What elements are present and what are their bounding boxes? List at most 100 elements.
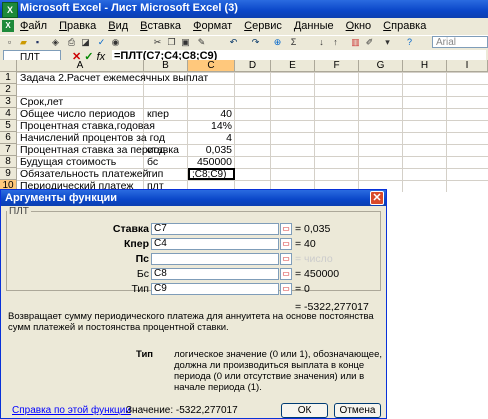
cell-a3[interactable]: Срок,лет (20, 96, 63, 108)
menu-file[interactable]: Файл (20, 20, 47, 32)
collapse-dialog-icon[interactable]: ▭ (280, 223, 292, 235)
arg-label-fv: Бс (136, 268, 149, 280)
menu-tools[interactable]: Сервис (244, 20, 282, 32)
col-header-d[interactable]: D (235, 60, 271, 72)
col-header-a[interactable]: A (17, 60, 144, 72)
cancel-button[interactable]: Отмена (334, 403, 381, 418)
row-header[interactable]: 7 (0, 144, 17, 156)
sort-descending-icon[interactable]: ↑ (330, 37, 341, 48)
dialog-title: Аргументы функции (1, 190, 386, 206)
arg-label-pv: Пс (135, 253, 149, 265)
cell-c8[interactable]: 450000 (188, 156, 232, 168)
grid-divider (270, 72, 271, 192)
col-header-i[interactable]: I (447, 60, 488, 72)
row-header[interactable]: 9 (0, 168, 17, 180)
cell-a9[interactable]: Обязательность платежей (20, 168, 149, 180)
undo-icon[interactable]: ↶ (228, 37, 239, 48)
menu-window[interactable]: Окно (346, 20, 372, 32)
hyperlink-icon[interactable]: ⊕ (272, 37, 283, 48)
argument-name: Тип (136, 349, 154, 360)
preview-icon[interactable]: ◪ (80, 37, 91, 48)
cell-a7[interactable]: Процентная ставка за период (20, 144, 165, 156)
col-header-e[interactable]: E (271, 60, 315, 72)
menu-format[interactable]: Формат (193, 20, 232, 32)
arg-input-fv[interactable]: C8 (151, 268, 279, 280)
collapse-dialog-icon[interactable]: ▭ (280, 283, 292, 295)
font-name-box[interactable]: Arial (432, 36, 488, 48)
row-header[interactable]: 2 (0, 84, 17, 96)
argument-description: логическое значение (0 или 1), обозначаю… (174, 349, 383, 393)
redo-icon[interactable]: ↷ (250, 37, 261, 48)
menu-insert[interactable]: Вставка (140, 20, 181, 32)
ok-button[interactable]: ОК (281, 403, 328, 418)
cell-b8[interactable]: бс (147, 156, 158, 168)
autosum-icon[interactable]: Σ (288, 37, 299, 48)
select-all-corner[interactable] (0, 60, 17, 72)
arg-label-nper: Кпер (123, 238, 149, 250)
zoom-dropdown-icon[interactable]: ▾ (382, 37, 393, 48)
arg-input-pv[interactable] (151, 253, 279, 265)
close-icon[interactable]: ✕ (370, 191, 384, 205)
document-icon[interactable]: X (2, 20, 14, 32)
menu-bar: X Файл Правка Вид Вставка Формат Сервис … (0, 18, 488, 35)
menu-view[interactable]: Вид (108, 20, 128, 32)
row-header[interactable]: 8 (0, 156, 17, 168)
row-header[interactable]: 5 (0, 120, 17, 132)
new-icon[interactable]: ▫ (4, 37, 15, 48)
arg-result-rate: = 0,035 (295, 223, 331, 235)
cell-a6[interactable]: Начислений процентов за год (20, 132, 165, 144)
copy-icon[interactable]: ❐ (166, 37, 177, 48)
active-cell-c10[interactable]: ;C8;C9) (188, 168, 235, 180)
menu-edit[interactable]: Правка (59, 20, 96, 32)
arg-input-nper[interactable]: C4 (151, 238, 279, 250)
save-icon[interactable]: ▪ (32, 37, 43, 48)
cell-a4[interactable]: Общее число периодов (20, 108, 135, 120)
collapse-dialog-icon[interactable]: ▭ (280, 238, 292, 250)
arg-result-nper: = 40 (295, 238, 316, 250)
chart-wizard-icon[interactable]: ▥ (350, 37, 361, 48)
function-arguments-dialog: Аргументы функции ✕ ПЛТ Ставка C7 ▭ = 0,… (0, 189, 387, 419)
arg-input-type[interactable]: C9 (151, 283, 279, 295)
row-header[interactable]: 1 (0, 72, 17, 84)
cell-a1[interactable]: Задача 2.Расчет ежемесячных выплат (20, 72, 208, 84)
cell-a5[interactable]: Процентная ставка,годовая (20, 120, 155, 132)
cell-b7[interactable]: ставка (147, 144, 179, 156)
collapse-dialog-icon[interactable]: ▭ (280, 253, 292, 265)
menu-help[interactable]: Справка (383, 20, 426, 32)
cell-b4[interactable]: кпер (147, 108, 169, 120)
cell-c7[interactable]: 0,035 (188, 144, 232, 156)
row-header[interactable]: 3 (0, 96, 17, 108)
worksheet-grid[interactable]: A B C D E F G H I 1 2 3 4 5 6 7 8 9 10 З… (0, 60, 488, 192)
cell-b9[interactable]: тип (147, 168, 163, 180)
col-header-h[interactable]: H (403, 60, 447, 72)
col-header-c[interactable]: C (188, 60, 235, 72)
cell-c6[interactable]: 4 (188, 132, 232, 144)
col-header-f[interactable]: F (315, 60, 359, 72)
cell-c4[interactable]: 40 (188, 108, 232, 120)
row-header[interactable]: 4 (0, 108, 17, 120)
paste-icon[interactable]: ▣ (180, 37, 191, 48)
function-name: ПЛТ (7, 206, 31, 217)
cell-c5[interactable]: 14% (188, 120, 232, 132)
help-icon[interactable]: ? (404, 37, 415, 48)
permission-icon[interactable]: ◈ (50, 37, 61, 48)
cell-a8[interactable]: Будущая стоимость (20, 156, 116, 168)
col-header-b[interactable]: B (144, 60, 188, 72)
cut-icon[interactable]: ✂ (152, 37, 163, 48)
print-icon[interactable]: ⎙ (66, 37, 77, 48)
collapse-dialog-icon[interactable]: ▭ (280, 268, 292, 280)
format-painter-icon[interactable]: ✎ (196, 37, 207, 48)
help-link[interactable]: Справка по этой функции (12, 405, 131, 416)
col-header-g[interactable]: G (359, 60, 403, 72)
arg-input-rate[interactable]: C7 (151, 223, 279, 235)
row-header[interactable]: 6 (0, 132, 17, 144)
drawing-icon[interactable]: ✐ (364, 37, 375, 48)
excel-app-icon: X (2, 2, 18, 18)
research-icon[interactable]: ◉ (110, 37, 121, 48)
sort-ascending-icon[interactable]: ↓ (316, 37, 327, 48)
open-icon[interactable]: ▰ (18, 37, 29, 48)
arg-label-type: Тип (131, 283, 149, 295)
arg-result-pv: = число (295, 253, 333, 265)
spelling-icon[interactable]: ✓ (96, 37, 107, 48)
menu-data[interactable]: Данные (294, 20, 334, 32)
